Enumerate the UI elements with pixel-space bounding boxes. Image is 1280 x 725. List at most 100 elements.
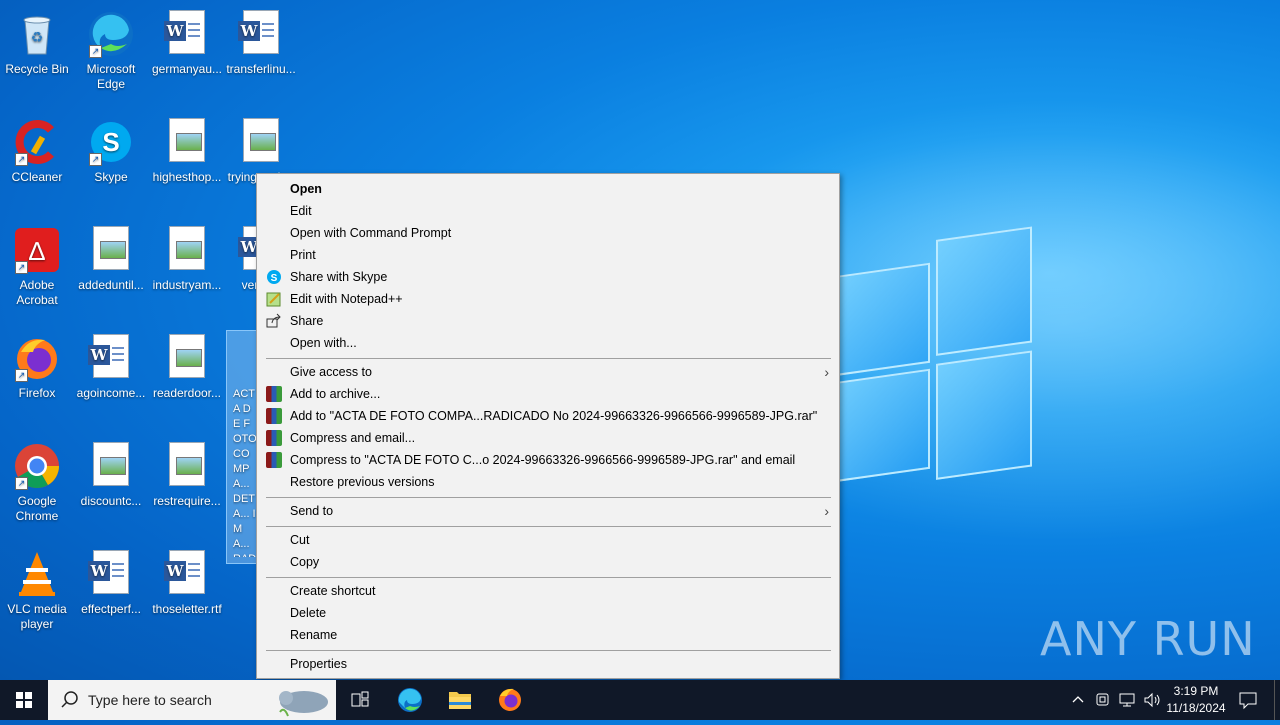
menu-item-share-with-skype[interactable]: S Share with Skype bbox=[257, 266, 839, 288]
menu-item-restore-previous-versions[interactable]: Restore previous versions bbox=[257, 471, 839, 493]
winrar-icon bbox=[266, 386, 282, 402]
word-doc-icon: W bbox=[163, 10, 211, 58]
manatee-search-highlight-icon bbox=[279, 691, 328, 717]
file-explorer-icon bbox=[449, 692, 471, 709]
show-hidden-icons-button[interactable] bbox=[1070, 690, 1086, 713]
menu-item-label: Open bbox=[290, 182, 322, 196]
menu-separator bbox=[266, 358, 831, 359]
menu-item-open-with[interactable]: Open with... bbox=[257, 332, 839, 354]
menu-item-label: Open with Command Prompt bbox=[290, 226, 452, 240]
menu-item-give-access-to[interactable]: Give access to › bbox=[257, 361, 839, 383]
menu-item-compress-and-email[interactable]: Compress and email... bbox=[257, 427, 839, 449]
menu-item-open[interactable]: Open bbox=[257, 178, 839, 200]
desktop-icon-file[interactable]: readerdoor... bbox=[150, 328, 224, 401]
desktop-icon-google-chrome[interactable]: ↗ Google Chrome bbox=[0, 436, 74, 524]
search-icon bbox=[61, 691, 78, 708]
menu-item-label: Send to bbox=[290, 504, 334, 518]
taskbar-search-box[interactable]: Type here to search bbox=[48, 680, 336, 720]
desktop-icon-skype[interactable]: S ↗ Skype bbox=[74, 112, 148, 185]
menu-item-label: Edit bbox=[290, 204, 312, 218]
ccleaner-icon: ↗ bbox=[13, 118, 61, 166]
svg-text:♻: ♻ bbox=[31, 29, 44, 45]
taskbar-clock[interactable]: 3:19 PM 11/18/2024 bbox=[1160, 683, 1232, 717]
icon-label: Firefox bbox=[18, 386, 56, 400]
start-button[interactable] bbox=[0, 680, 48, 720]
task-view-button[interactable] bbox=[336, 680, 384, 720]
desktop-icon-vlc[interactable]: VLC media player bbox=[0, 544, 74, 632]
notification-icon bbox=[1239, 692, 1257, 710]
taskbar-edge-button[interactable] bbox=[386, 680, 434, 720]
icon-label: addeduntil... bbox=[78, 278, 144, 292]
tray-volume-button[interactable] bbox=[1142, 690, 1162, 713]
windows-start-icon bbox=[16, 692, 32, 708]
menu-item-cut[interactable]: Cut bbox=[257, 529, 839, 551]
menu-item-label: Give access to bbox=[290, 365, 372, 379]
image-file-icon bbox=[163, 442, 211, 490]
icon-label: discountc... bbox=[80, 494, 142, 508]
chevron-right-icon: › bbox=[824, 364, 829, 380]
menu-item-print[interactable]: Print bbox=[257, 244, 839, 266]
menu-item-compress-to-rar-and-email[interactable]: Compress to "ACTA DE FOTO C...o 2024-996… bbox=[257, 449, 839, 471]
taskbar-file-explorer-button[interactable] bbox=[436, 680, 484, 720]
firefox-icon bbox=[499, 688, 521, 711]
word-doc-icon: W bbox=[163, 550, 211, 598]
action-center-button[interactable] bbox=[1238, 690, 1258, 713]
desktop-icon-file[interactable]: discountc... bbox=[74, 436, 148, 509]
desktop-icon-file[interactable]: W thoseletter.rtf bbox=[150, 544, 224, 617]
desktop-icon-microsoft-edge[interactable]: ↗ Microsoft Edge bbox=[74, 4, 148, 92]
network-icon bbox=[1119, 693, 1135, 707]
chrome-icon: ↗ bbox=[13, 442, 61, 490]
desktop-icon-adobe-acrobat[interactable]: ∆ ↗ Adobe Acrobat bbox=[0, 220, 74, 308]
selected-file-highlight[interactable]: ACTA DE FOTO COMPA... DETA... IMA... RAD… bbox=[226, 330, 258, 564]
desktop-icon-file[interactable]: W transferlinu... bbox=[224, 4, 298, 77]
windows-logo-wallpaper bbox=[838, 226, 1033, 498]
menu-item-label: Rename bbox=[290, 628, 338, 642]
menu-item-copy[interactable]: Copy bbox=[257, 551, 839, 573]
menu-item-add-to-rar[interactable]: Add to "ACTA DE FOTO COMPA...RADICADO No… bbox=[257, 405, 839, 427]
menu-item-create-shortcut[interactable]: Create shortcut bbox=[257, 580, 839, 602]
icon-label: germanyau... bbox=[151, 62, 223, 76]
desktop-icon-file[interactable]: addeduntil... bbox=[74, 220, 148, 293]
winrar-icon bbox=[266, 430, 282, 446]
svg-text:S: S bbox=[102, 127, 119, 157]
menu-item-share[interactable]: Share bbox=[257, 310, 839, 332]
menu-item-open-with-command-prompt[interactable]: Open with Command Prompt bbox=[257, 222, 839, 244]
selected-file-label: ACTA DE FOTO COMPA... DETA... IMA... RAD… bbox=[233, 388, 257, 557]
menu-item-label: Delete bbox=[290, 606, 327, 620]
desktop-icon-file[interactable]: W germanyau... bbox=[150, 4, 224, 77]
menu-item-edit-with-notepad-plus[interactable]: Edit with Notepad++ bbox=[257, 288, 839, 310]
image-file-icon bbox=[87, 442, 135, 490]
menu-item-delete[interactable]: Delete bbox=[257, 602, 839, 624]
icon-label: readerdoor... bbox=[152, 386, 222, 400]
svg-text:S: S bbox=[271, 273, 278, 284]
menu-item-add-to-archive[interactable]: Add to archive... bbox=[257, 383, 839, 405]
show-desktop-button[interactable] bbox=[1274, 680, 1280, 720]
menu-item-label: Open with... bbox=[290, 336, 357, 350]
icon-label: effectperf... bbox=[81, 602, 141, 616]
menu-item-properties[interactable]: Properties bbox=[257, 653, 839, 675]
desktop-icon-file[interactable]: W agoincome... bbox=[74, 328, 148, 401]
word-doc-icon: W bbox=[87, 550, 135, 598]
skype-icon: S bbox=[266, 269, 282, 285]
desktop-icon-file[interactable]: highesthop... bbox=[150, 112, 224, 185]
desktop-icon-recycle-bin[interactable]: ♻ Recycle Bin bbox=[0, 4, 74, 77]
menu-item-send-to[interactable]: Send to › bbox=[257, 500, 839, 522]
icon-label: VLC media player bbox=[7, 602, 67, 631]
tray-network-button[interactable] bbox=[1118, 690, 1138, 713]
recycle-bin-icon: ♻ bbox=[13, 10, 61, 58]
desktop-icon-firefox[interactable]: ↗ Firefox bbox=[0, 328, 74, 401]
menu-item-edit[interactable]: Edit bbox=[257, 200, 839, 222]
clock-time: 3:19 PM bbox=[1173, 684, 1219, 698]
menu-item-label: Create shortcut bbox=[290, 584, 376, 598]
desktop-icon-file[interactable]: W effectperf... bbox=[74, 544, 148, 617]
desktop-icon-file[interactable]: restrequire... bbox=[150, 436, 224, 509]
menu-item-rename[interactable]: Rename bbox=[257, 624, 839, 646]
tray-device-button[interactable] bbox=[1094, 690, 1112, 713]
menu-item-label: Properties bbox=[290, 657, 347, 671]
task-view-icon bbox=[351, 691, 369, 707]
desktop-icon-file[interactable]: industryam... bbox=[150, 220, 224, 293]
vlc-icon bbox=[13, 550, 61, 598]
menu-item-label: Add to archive... bbox=[290, 387, 381, 401]
taskbar-firefox-button[interactable] bbox=[486, 680, 534, 720]
desktop-icon-ccleaner[interactable]: ↗ CCleaner bbox=[0, 112, 74, 185]
